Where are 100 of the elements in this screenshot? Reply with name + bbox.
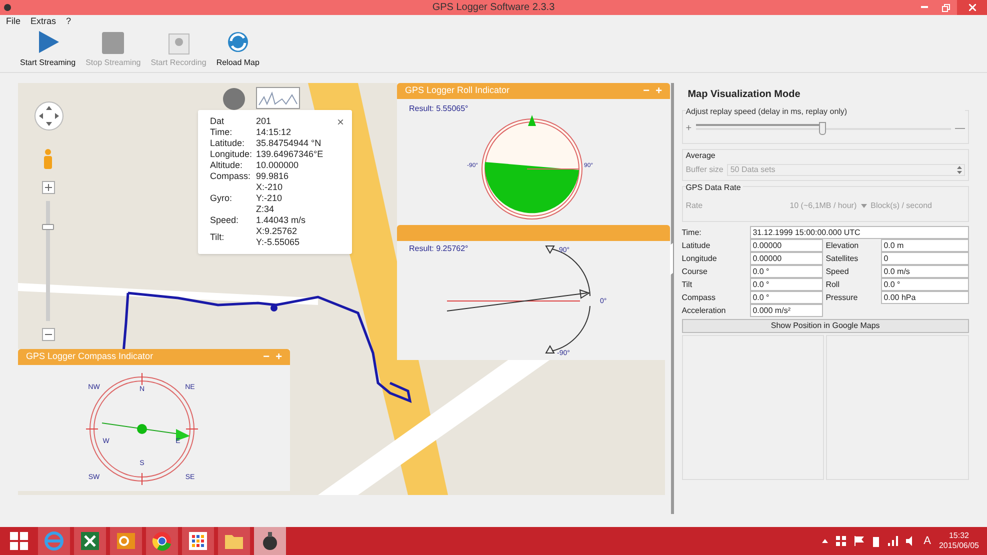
upper-arc-arrow	[545, 246, 590, 296]
zoom-in-icon[interactable]	[42, 181, 54, 194]
info-value: 139.64967346°E	[256, 149, 324, 160]
info-label: Tilt:	[210, 232, 226, 242]
stop-icon	[101, 31, 126, 55]
slider-thumb[interactable]	[819, 122, 826, 134]
group-legend: Average	[686, 150, 965, 162]
compass-widget-icon[interactable]	[220, 87, 248, 111]
info-label: Time:	[210, 127, 234, 138]
field-label: Tilt	[682, 278, 694, 290]
field-label: Buffer size	[686, 164, 724, 176]
graph-thumbnail-icon[interactable]	[256, 87, 300, 109]
field-label: Block(s) / second	[870, 200, 932, 212]
close-icon	[968, 4, 976, 11]
value-field[interactable]: 0.0 m	[880, 239, 969, 252]
slider-track[interactable]	[696, 122, 951, 136]
chrome-icon	[151, 530, 173, 552]
time-field[interactable]: 31.12.1999 15:00:00.000 UTC	[750, 226, 969, 239]
taskbar-app[interactable]	[146, 527, 178, 555]
value-field[interactable]: 0.0 m/s	[880, 265, 969, 278]
minus-label: —	[955, 122, 965, 136]
lower-arc-arrow	[545, 306, 590, 354]
value-field[interactable]: 0.000 m/s²	[750, 304, 823, 317]
section-title: Map Visualization Mode	[686, 88, 802, 102]
info-value: X:-210	[256, 182, 283, 193]
pitch-result: Result: 9.25762°	[409, 243, 468, 255]
info-value: 1.44043 m/s	[256, 215, 306, 226]
value-field[interactable]: 0.0 °	[880, 278, 969, 291]
taskbar-app[interactable]	[110, 527, 142, 555]
info-label: Dat	[210, 116, 226, 127]
spreadsheet-icon	[79, 530, 101, 552]
caret-icon	[860, 204, 867, 208]
start-icon[interactable]	[10, 532, 28, 550]
input-language[interactable]: A	[924, 532, 931, 550]
info-value: 99.9816	[256, 171, 289, 182]
menu-item[interactable]: Extras	[30, 15, 56, 29]
app-icon	[260, 530, 280, 552]
taskbar-app[interactable]	[182, 527, 214, 555]
flag-icon[interactable]	[854, 536, 864, 546]
field-label: Elevation	[824, 240, 860, 252]
field-label: Speed	[824, 266, 850, 278]
info-label: Gyro:	[210, 193, 234, 204]
info-label: Compass:	[210, 171, 252, 182]
zoom-out-icon[interactable]	[42, 328, 54, 341]
route-marker-icon	[270, 304, 278, 312]
spin-arrows-icon	[957, 166, 962, 174]
info-value: 35.84754944 °N	[256, 138, 322, 149]
value-field[interactable]: 0.00 hPa	[880, 291, 969, 304]
mail-app-icon	[115, 530, 137, 552]
menu-item[interactable]: ?	[66, 15, 72, 29]
battery-icon[interactable]	[872, 536, 880, 546]
info-value: Z:34	[256, 204, 276, 215]
info-label: Latitude:	[210, 138, 246, 149]
toolbar-button[interactable]: Start Streaming	[18, 29, 78, 69]
field-label: Compass	[682, 292, 716, 304]
value-field[interactable]: 0.0 °	[750, 291, 823, 304]
value-field[interactable]: 0	[880, 252, 969, 265]
minimize-icon	[920, 6, 928, 9]
browser-icon	[43, 530, 65, 552]
taskbar-app[interactable]	[74, 527, 106, 555]
value-field[interactable]: 0.00000	[750, 239, 823, 252]
info-value: 201	[256, 116, 272, 127]
info-value: 10.000000	[256, 160, 299, 171]
info-value: Y:-210	[256, 193, 283, 204]
field-label: Course	[682, 266, 708, 278]
window-title: GPS Logger Software 2.3.3	[432, 1, 555, 15]
plus-label: +	[686, 122, 692, 136]
menu-item[interactable]: File	[6, 15, 21, 29]
taskbar-app[interactable]	[254, 527, 286, 555]
show-position-button[interactable]: Show Position in Google Maps	[682, 319, 969, 333]
taskbar-app[interactable]	[218, 527, 250, 555]
roll-result: Result: 5.55065°	[409, 103, 468, 115]
zoom-slider[interactable]	[41, 181, 55, 341]
close-button[interactable]: ×	[336, 116, 344, 128]
pan-control-icon[interactable]	[34, 101, 64, 131]
clock-date: 2015/06/05	[938, 541, 979, 551]
field-label: Satellites	[824, 252, 860, 264]
field-label: Acceleration	[682, 304, 727, 316]
info-label: Altitude:	[210, 160, 244, 171]
info-label: Longitude:	[210, 149, 254, 160]
info-value: X:9.25762	[256, 226, 298, 237]
caret-icon[interactable]	[822, 539, 828, 543]
group-legend: Adjust replay speed (delay in ms, replay only)	[686, 106, 965, 118]
zoom-thumb[interactable]	[42, 224, 54, 230]
close-button[interactable]	[957, 0, 987, 15]
field-label: Time:	[682, 226, 702, 238]
panel-title: GPS Logger Roll Indicator	[405, 84, 510, 98]
record-icon	[168, 33, 190, 55]
value-field[interactable]: 0.0 °	[750, 278, 823, 291]
restore-icon	[942, 4, 950, 12]
signal-icon[interactable]	[888, 536, 898, 546]
field-label: Rate	[686, 200, 704, 212]
info-label: Speed:	[210, 215, 240, 226]
field-label: Latitude	[682, 240, 712, 252]
info-value: 14:15:12	[256, 127, 292, 138]
value-field[interactable]: 0.0 °	[750, 265, 823, 278]
field-label: Longitude	[682, 252, 718, 264]
field-label: Roll	[824, 278, 840, 290]
toolbar-button[interactable]: Reload Map	[214, 29, 262, 69]
value-field[interactable]: 0.00000	[750, 252, 823, 265]
